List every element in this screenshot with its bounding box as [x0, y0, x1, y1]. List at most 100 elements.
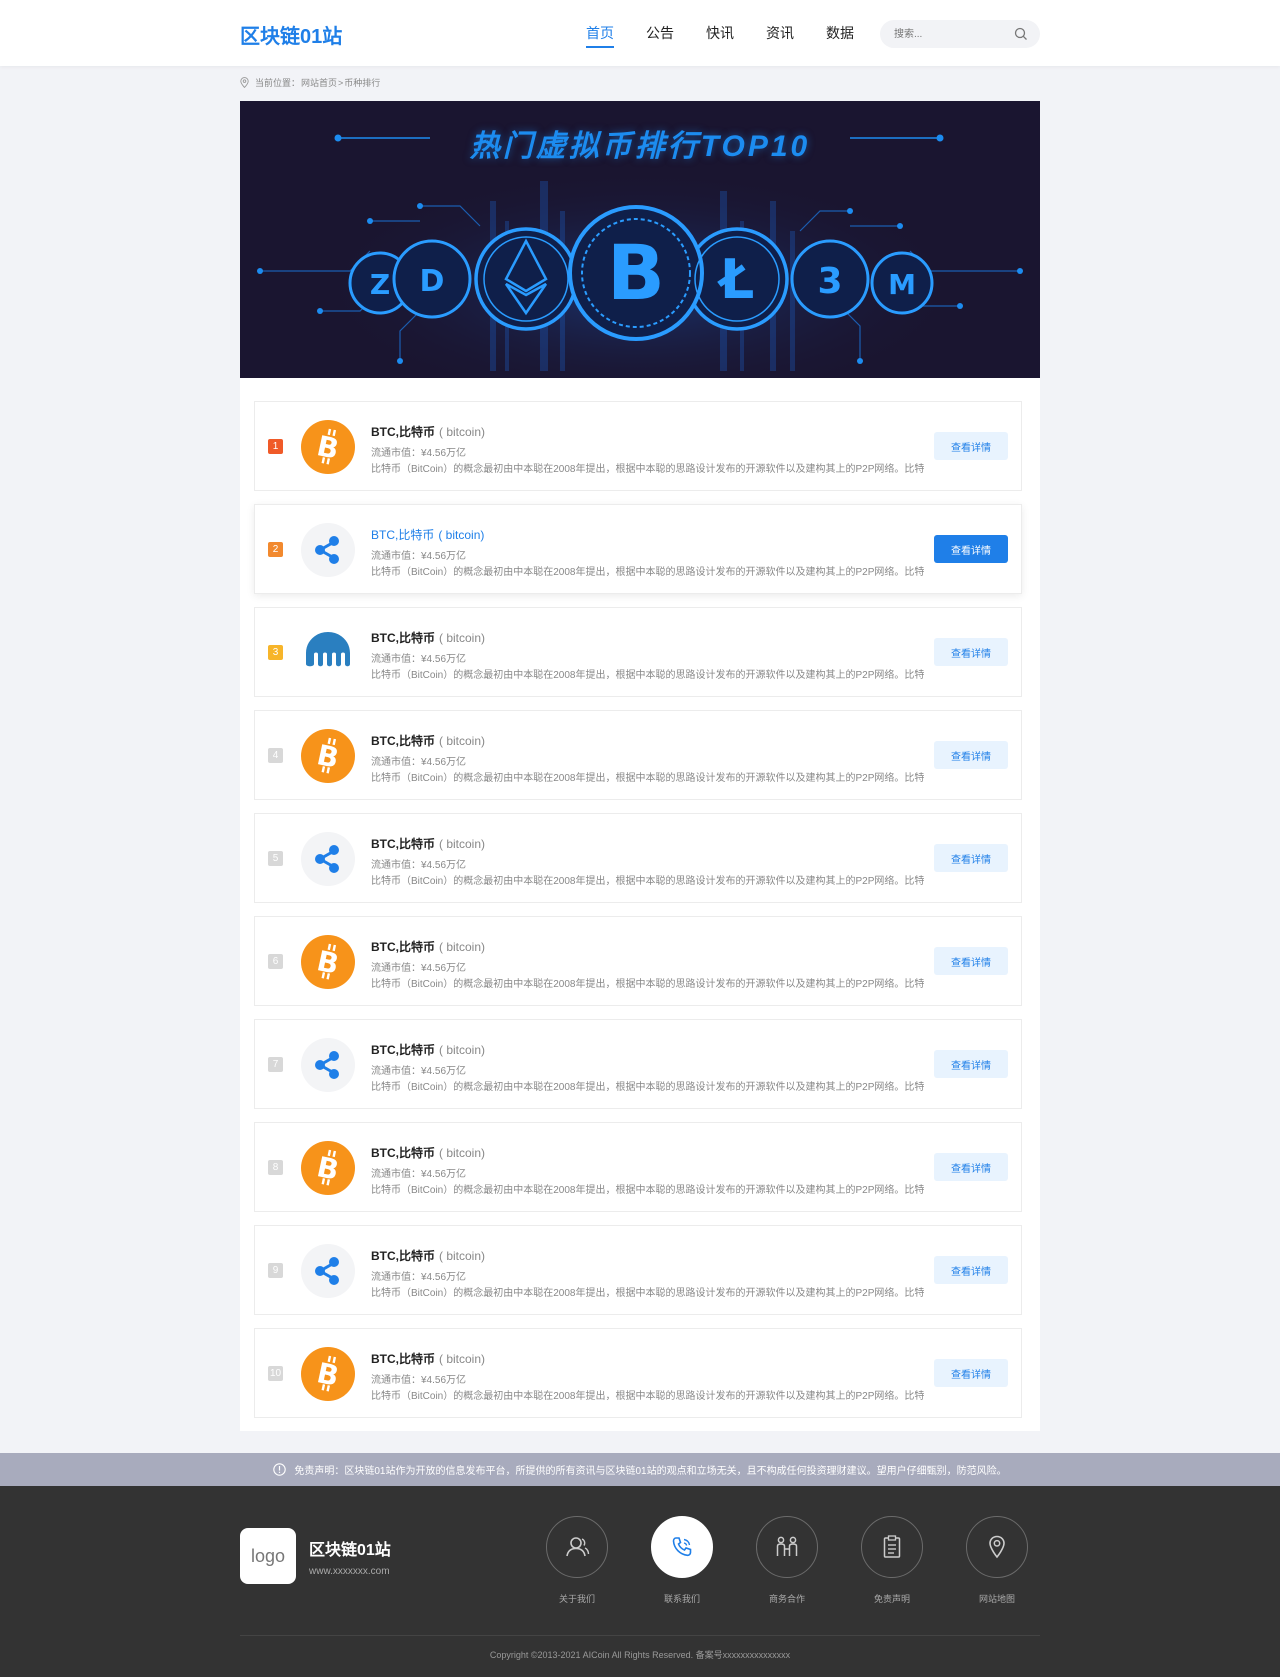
footer-link-label: 商务合作 — [768, 1594, 805, 1604]
footer-link-business[interactable]: 商务合作 — [756, 1516, 818, 1605]
coin-name: BTC,比特币 — [371, 1249, 435, 1263]
site-brand[interactable]: 区块链01站 — [240, 20, 342, 49]
market-cap: 流通市值：¥4.56万亿 — [371, 757, 467, 768]
footer-brand: 区块链01站 — [309, 1542, 391, 1559]
market-cap: 流通市值：¥4.56万亿 — [371, 963, 467, 974]
coin-description: 比特币（BitCoin）的概念最初由中本聪在2008年提出，根据中本聪的思路设计… — [371, 1391, 925, 1402]
coin-title[interactable]: BTC,比特币( bitcoin) — [371, 526, 484, 543]
coin-name: BTC,比特币 — [371, 734, 435, 748]
coin-title[interactable]: BTC,比特币 ( bitcoin) — [371, 1041, 485, 1058]
rank-badge: 3 — [268, 645, 283, 660]
coin-symbol: ( bitcoin) — [439, 425, 486, 439]
coin-title[interactable]: BTC,比特币( bitcoin) — [371, 732, 485, 749]
footer-link-label: 网站地图 — [978, 1594, 1015, 1604]
nav-flash-news[interactable]: 快讯 — [690, 0, 750, 66]
footer-link-contact[interactable]: 联系我们 — [651, 1516, 713, 1605]
coin-symbol: ( bitcoin) — [439, 1249, 486, 1263]
coin-row[interactable]: 2 BTC,比特币( bitcoin) 流通市值：¥4.56万亿 比特币（Bit… — [254, 504, 1022, 594]
main-nav: 首页 公告 快讯 资讯 数据 — [570, 0, 870, 66]
coin-title[interactable]: BTC,比特币( bitcoin) — [371, 938, 485, 955]
coin-title[interactable]: BTC,比特币( bitcoin) — [371, 629, 485, 646]
view-details-button[interactable]: 查看详情 — [934, 947, 1008, 975]
breadcrumb-current: 币种排行 — [344, 78, 381, 88]
footer-link-about[interactable]: 关于我们 — [546, 1516, 608, 1605]
clipboard-icon — [883, 1535, 901, 1558]
view-details-button[interactable]: 查看详情 — [934, 1359, 1008, 1387]
coin-symbol: ( bitcoin) — [439, 1043, 486, 1057]
view-details-button[interactable]: 查看详情 — [934, 844, 1008, 872]
market-cap: 流通市值：¥4.56万亿 — [371, 448, 467, 459]
coin-row[interactable]: 1 B BTC,比特币 ( bitcoin) 流通市值：¥4.56万亿 比特币（B… — [254, 401, 1022, 491]
view-details-button[interactable]: 查看详情 — [934, 638, 1008, 666]
view-details-button[interactable]: 查看详情 — [934, 1256, 1008, 1284]
svg-text:Z: Z — [370, 268, 390, 301]
site-header: 区块链01站 首页 公告 快讯 资讯 数据 — [0, 0, 1280, 66]
coin-name: BTC,比特币 — [371, 425, 435, 439]
footer-link-label: 联系我们 — [663, 1594, 700, 1604]
warning-icon — [273, 1463, 287, 1476]
coin-title[interactable]: BTC,比特币 ( bitcoin) — [371, 1247, 485, 1264]
view-details-button[interactable]: 查看详情 — [934, 432, 1008, 460]
bitcoin-icon: B — [301, 935, 355, 989]
coin-description: 比特币（BitCoin）的概念最初由中本聪在2008年提出，根据中本聪的思路设计… — [371, 567, 925, 578]
disclaimer-bar: 免责声明：区块链01站作为开放的信息发布平台，所提供的所有资讯与区块链01站的观… — [0, 1453, 1280, 1486]
coin-name: BTC,比特币 — [371, 940, 435, 954]
coin-symbol: ( bitcoin) — [439, 631, 486, 645]
coin-name: BTC,比特币 — [371, 1043, 435, 1057]
coin-name: BTC,比特币 — [371, 1352, 435, 1366]
nav-announcements[interactable]: 公告 — [630, 0, 690, 66]
footer-logo[interactable]: logo — [240, 1528, 296, 1584]
coin-row[interactable]: 10 B BTC,比特币 ( bitcoin) 流通市值：¥4.56万亿 比特币（… — [254, 1328, 1022, 1418]
bitcoin-icon: B — [301, 1141, 355, 1195]
coin-description: 比特币（BitCoin）的概念最初由中本聪在2008年提出，根据中本聪的思路设计… — [371, 1082, 925, 1093]
coin-row[interactable]: 4 B BTC,比特币 ( bitcoin) 流通市值：¥4.56万亿 比特币（B… — [254, 710, 1022, 800]
footer-divider — [240, 1635, 1040, 1636]
nav-news[interactable]: 资讯 — [750, 0, 810, 66]
coin-row[interactable]: 6 B BTC,比特币 ( bitcoin) 流通市值：¥4.56万亿 比特币（B… — [254, 916, 1022, 1006]
svg-text:Ł: Ł — [717, 248, 755, 311]
ripple-icon — [301, 1038, 355, 1092]
coin-symbol: ( bitcoin) — [439, 1146, 486, 1160]
coin-row[interactable]: 9 BTC,比特币 ( bitcoin) 流通市值：¥4.56万亿 比特币（Bit… — [254, 1225, 1022, 1315]
nav-home[interactable]: 首页 — [570, 0, 630, 66]
view-details-button[interactable]: 查看详情 — [934, 1050, 1008, 1078]
rank-badge: 7 — [268, 1057, 283, 1072]
market-cap: 流通市值：¥4.56万亿 — [371, 551, 467, 562]
breadcrumb-home[interactable]: 网站首页 — [301, 76, 337, 89]
market-cap: 流通市值：¥4.56万亿 — [371, 654, 467, 665]
market-cap: 流通市值：¥4.56万亿 — [371, 1169, 467, 1180]
search-box — [880, 20, 1040, 48]
banner: Z D B Ł 3 M 热门虚拟币排行TOP10 — [240, 101, 1040, 378]
coin-title[interactable]: BTC,比特币 ( bitcoin) — [371, 423, 485, 440]
footer-link-sitemap[interactable]: 网站地图 — [966, 1516, 1028, 1605]
nav-data[interactable]: 数据 — [810, 0, 870, 66]
footer-link-label: 关于我们 — [558, 1594, 595, 1604]
coin-description: 比特币（BitCoin）的概念最初由中本聪在2008年提出，根据中本聪的思路设计… — [371, 1185, 925, 1196]
rank-badge: 2 — [268, 542, 283, 557]
footer-links: 关于我们 联系我们 商务合作 免责声明 网站地图 — [546, 1516, 1071, 1605]
coin-description: 比特币（BitCoin）的概念最初由中本聪在2008年提出，根据中本聪的思路设计… — [371, 876, 925, 887]
coin-row[interactable]: 3 BTC,比特币 ( bitcoin) 流通市值：¥4.56万亿 比特币（Bit… — [254, 607, 1022, 697]
coin-row[interactable]: 7 BTC,比特币 ( bitcoin) 流通市值：¥4.56万亿 比特币（Bit… — [254, 1019, 1022, 1109]
view-details-button[interactable]: 查看详情 — [934, 1153, 1008, 1181]
search-icon[interactable] — [1014, 27, 1028, 41]
coin-title[interactable]: BTC,比特币( bitcoin) — [371, 835, 485, 852]
coin-name: BTC,比特币 — [371, 1146, 435, 1160]
partners-icon — [776, 1536, 798, 1556]
phone-icon — [672, 1537, 692, 1557]
view-details-button[interactable]: 查看详情 — [934, 535, 1008, 563]
coin-description: 比特币（BitCoin）的概念最初由中本聪在2008年提出，根据中本聪的思路设计… — [371, 670, 925, 681]
rank-badge: 1 — [268, 439, 283, 454]
coin-title[interactable]: BTC,比特币( bitcoin) — [371, 1350, 485, 1367]
coin-description: 比特币（BitCoin）的概念最初由中本聪在2008年提出，根据中本聪的思路设计… — [371, 979, 925, 990]
view-details-button[interactable]: 查看详情 — [934, 741, 1008, 769]
site-footer: logo 区块链01站 www.xxxxxxx.com 关于我们 联系我们 商务… — [0, 1486, 1280, 1677]
coin-title[interactable]: BTC,比特币 ( bitcoin) — [371, 1144, 485, 1161]
search-input[interactable] — [894, 20, 1004, 48]
coin-row[interactable]: 8 B BTC,比特币 ( bitcoin) 流通市值：¥4.56万亿 比特币（B… — [254, 1122, 1022, 1212]
bitcoin-icon: B — [301, 1347, 355, 1401]
footer-link-disclaimer[interactable]: 免责声明 — [861, 1516, 923, 1605]
ripple-icon — [301, 832, 355, 886]
footer-url[interactable]: www.xxxxxxx.com — [309, 1566, 390, 1577]
coin-row[interactable]: 5 BTC,比特币 ( bitcoin) 流通市值：¥4.56万亿 比特币（Bit… — [254, 813, 1022, 903]
